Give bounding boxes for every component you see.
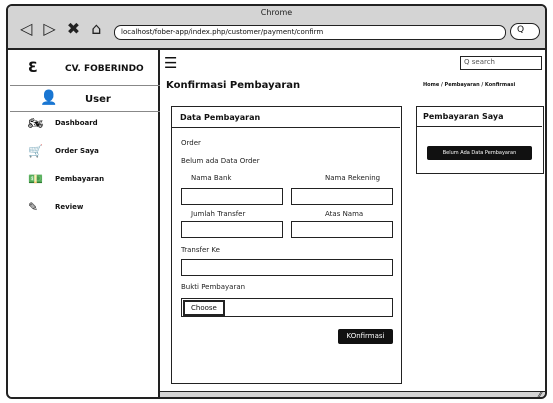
- jumlah-transfer-field[interactable]: [181, 221, 283, 238]
- order-label: Order: [181, 139, 201, 147]
- search-icon: Q: [517, 25, 525, 35]
- money-icon: 💵: [28, 172, 43, 186]
- pembayaran-saya-card: Pembayaran Saya Belum Ada Data Pembayara…: [416, 106, 544, 174]
- resize-handle-icon[interactable]: ⁄⁄: [539, 390, 542, 397]
- sidebar-item-label: Review: [55, 203, 84, 211]
- browser-nav-icons[interactable]: ◁ ▷ ✖ ⌂: [20, 21, 104, 37]
- sidebar: Ɛ CV. FOBERINDO 👤 User 🏍 Dashboard 🛒 Ord…: [10, 50, 160, 397]
- address-bar[interactable]: localhost/fober-app/index.php/customer/p…: [114, 25, 506, 40]
- browser-titlebar: Chrome ◁ ▷ ✖ ⌂ localhost/fober-app/index…: [8, 6, 545, 50]
- bottom-scrollbar[interactable]: [160, 391, 545, 397]
- sidebar-item-order-saya[interactable]: 🛒 Order Saya: [10, 142, 160, 164]
- order-value: Belum ada Data Order: [181, 157, 260, 165]
- sidebar-item-pembayaran[interactable]: 💵 Pembayaran: [10, 170, 160, 192]
- card-header: Data Pembayaran: [172, 107, 400, 128]
- brand-name: CV. FOBERINDO: [65, 64, 144, 74]
- choose-file-button[interactable]: Choose: [183, 300, 225, 316]
- sidebar-item-label: Pembayaran: [55, 175, 105, 183]
- nama-rekening-field[interactable]: [291, 188, 393, 205]
- card-title: Data Pembayaran: [180, 113, 261, 122]
- card-title: Pembayaran Saya: [423, 112, 504, 121]
- cart-icon: 🛒: [28, 144, 43, 158]
- edit-icon: ✎: [28, 200, 39, 214]
- sidebar-item-review[interactable]: ✎ Review: [10, 198, 160, 220]
- brand: Ɛ CV. FOBERINDO: [10, 56, 160, 86]
- transfer-ke-field[interactable]: [181, 259, 393, 276]
- jumlah-transfer-label: Jumlah Transfer: [191, 210, 246, 218]
- page-title: Konfirmasi Pembayaran: [166, 80, 301, 91]
- search-input[interactable]: Q search: [460, 56, 542, 70]
- user-row[interactable]: 👤 User: [10, 88, 160, 112]
- brand-logo-icon: Ɛ: [28, 60, 38, 76]
- atas-nama-field[interactable]: [291, 221, 393, 238]
- sidebar-item-label: Dashboard: [55, 119, 98, 127]
- browser-search-button[interactable]: Q: [510, 23, 540, 40]
- sidebar-item-dashboard[interactable]: 🏍 Dashboard: [10, 114, 160, 136]
- file-upload-field[interactable]: Choose: [181, 298, 393, 317]
- payment-form-card: Data Pembayaran Order Belum ada Data Ord…: [171, 106, 402, 384]
- nama-bank-field[interactable]: [181, 188, 283, 205]
- breadcrumb[interactable]: Home / Pembayaran / Konfirmasi: [423, 82, 515, 88]
- konfirmasi-button[interactable]: KOnfirmasi: [338, 329, 393, 344]
- sidebar-item-label: Order Saya: [55, 147, 99, 155]
- menu-icon[interactable]: ☰: [164, 54, 177, 72]
- user-icon: 👤: [40, 90, 58, 106]
- user-name: User: [85, 94, 111, 105]
- bukti-pembayaran-label: Bukti Pembayaran: [181, 283, 246, 291]
- atas-nama-label: Atas Nama: [325, 210, 364, 218]
- browser-title: Chrome: [260, 8, 293, 17]
- belum-ada-pembayaran-button[interactable]: Belum Ada Data Pembayaran: [427, 146, 532, 160]
- card-header: Pembayaran Saya: [417, 107, 542, 127]
- dashboard-icon: 🏍: [28, 116, 44, 130]
- transfer-ke-label: Transfer Ke: [181, 246, 220, 254]
- nama-rekening-label: Nama Rekening: [325, 174, 381, 182]
- nama-bank-label: Nama Bank: [191, 174, 232, 182]
